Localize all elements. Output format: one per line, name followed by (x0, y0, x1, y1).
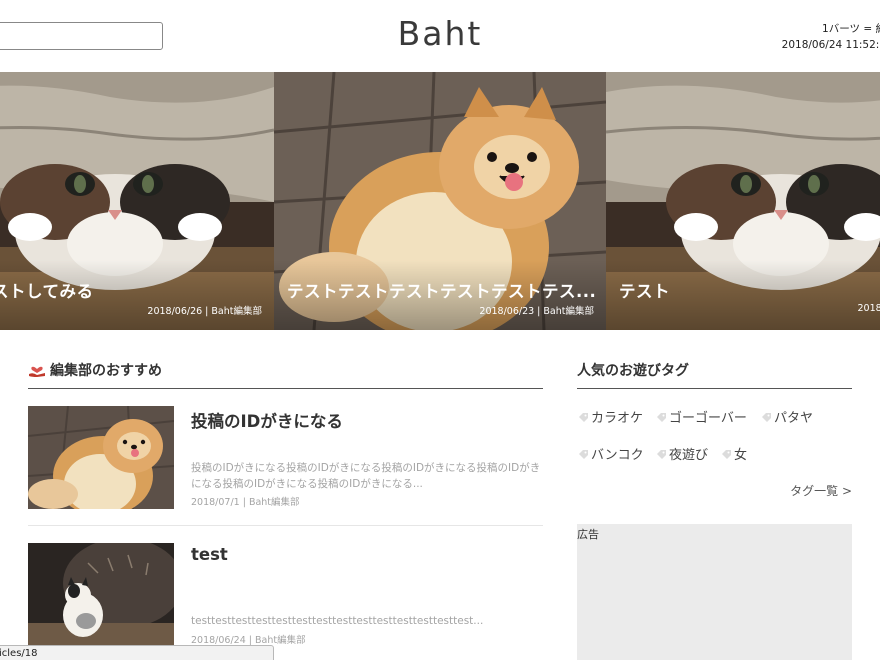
slide-meta: 2018/06/26 | Baht編集部 (147, 306, 262, 317)
tag-label: バンコク (591, 448, 644, 463)
tag-label: ゴーゴーバー (669, 411, 747, 426)
tag-link[interactable]: カラオケ (578, 407, 643, 426)
recommend-heading: 編集部のおすすめ (28, 358, 543, 389)
recommend-heading-label: 編集部のおすすめ (50, 363, 162, 379)
slide-title[interactable]: テストテストテストテストテストテス... (287, 278, 596, 302)
tag-icon (579, 413, 588, 422)
slide-title[interactable]: テスト (619, 278, 670, 302)
article-meta: 2018/07/1 | Baht編集部 (191, 497, 300, 508)
exchange-rate-value: 1バーツ = 約 (822, 23, 880, 35)
ad-box[interactable]: 広告 (577, 524, 852, 660)
slide-3[interactable]: テスト 2018/06/24 | B (606, 72, 880, 330)
tag-icon (657, 413, 666, 422)
tag-link[interactable]: 夜遊び (656, 444, 708, 463)
featured-slider: ストしてみる 2018/06/26 | Baht編集部 テストテストテストテスト… (0, 72, 880, 330)
tag-icon (762, 413, 771, 422)
tag-label: カラオケ (591, 411, 644, 426)
tag-icon (722, 450, 731, 459)
slide-2[interactable]: テストテストテストテストテストテス... 2018/06/23 | Baht編集… (274, 72, 606, 330)
tag-icon (657, 450, 666, 459)
article-title[interactable]: test (191, 545, 228, 564)
article-card[interactable]: 投稿のIDがきになる 投稿のIDがきになる投稿のIDがきになる投稿のIDがきにな… (28, 406, 543, 526)
article-thumbnail[interactable] (28, 543, 174, 646)
slide-1[interactable]: ストしてみる 2018/06/26 | Baht編集部 (0, 72, 274, 330)
tag-link[interactable]: バンコク (578, 444, 644, 463)
article-excerpt: testtesttesttesttesttesttesttesttesttest… (191, 615, 484, 627)
slide-meta: 2018/06/23 | Baht編集部 (479, 306, 594, 317)
tag-label: 夜遊び (669, 448, 709, 463)
tag-link[interactable]: 女 (721, 444, 747, 463)
article-title[interactable]: 投稿のIDがきになる (191, 408, 343, 432)
tags-heading-label: 人気のお遊びタグ (577, 363, 689, 379)
article-excerpt: 投稿のIDがきになる投稿のIDがきになる投稿のIDがきになる投稿のIDがきになる… (191, 462, 541, 490)
heart-hand-icon (29, 366, 45, 377)
tag-label: 女 (734, 448, 748, 463)
article-card[interactable]: test testtesttesttesttesttesttesttesttes… (28, 543, 543, 660)
exchange-rate: 1バーツ = 約 2018/06/24 11:52:2 (782, 21, 880, 53)
tags-heading: 人気のお遊びタグ (577, 358, 852, 389)
article-thumbnail[interactable] (28, 406, 174, 509)
tag-list-link[interactable]: タグ一覧 > (790, 482, 852, 499)
article-meta: 2018/06/24 | Baht編集部 (191, 635, 306, 646)
slide-title[interactable]: ストしてみる (0, 278, 94, 302)
exchange-rate-timestamp: 2018/06/24 11:52:2 (781, 39, 880, 51)
slide-meta: 2018/06/24 | B (857, 303, 880, 314)
tag-link[interactable]: パタヤ (761, 407, 813, 426)
ad-label: 広告 (577, 528, 599, 541)
tag-label: パタヤ (774, 411, 814, 426)
site-header: Baht 1バーツ = 約 2018/06/24 11:52:2 (0, 0, 880, 72)
site-logo[interactable]: Baht (0, 14, 880, 53)
tag-icon (579, 450, 588, 459)
tag-link[interactable]: ゴーゴーバー (656, 407, 747, 426)
status-bar-url: icles/18 (0, 645, 274, 660)
